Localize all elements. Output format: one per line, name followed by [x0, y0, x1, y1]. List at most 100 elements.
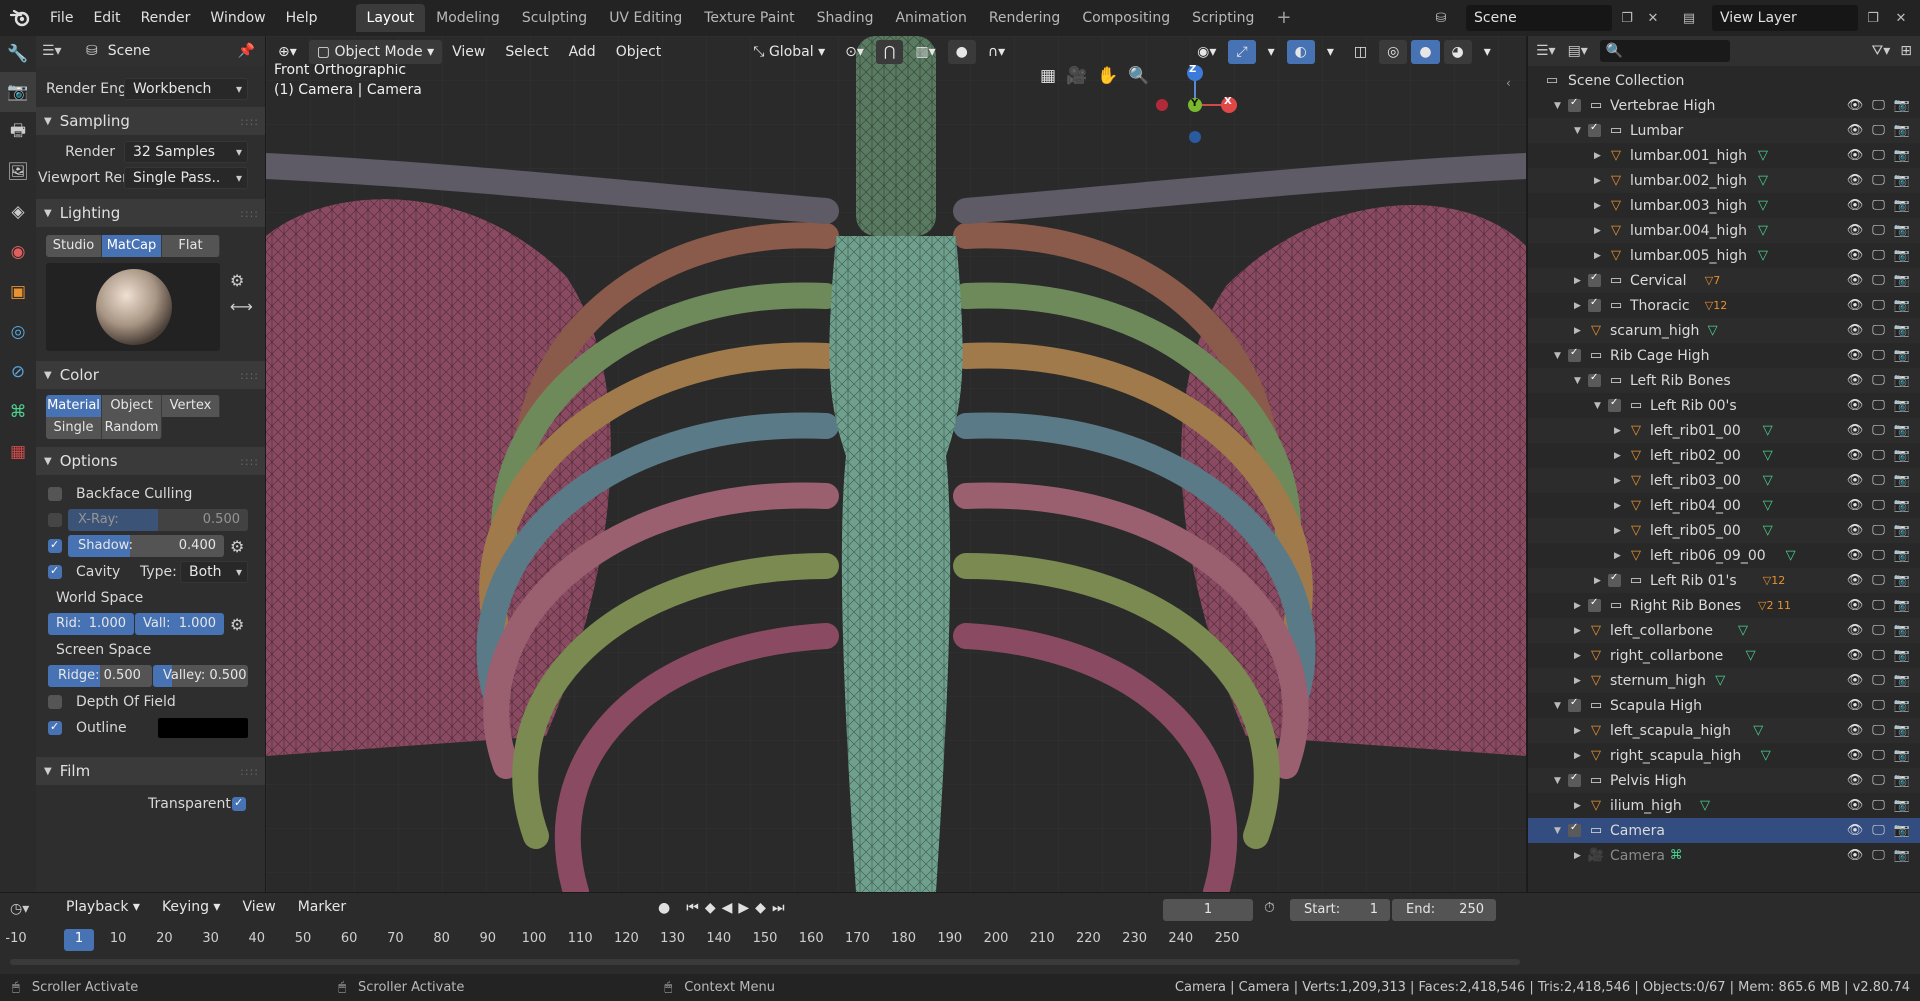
expand-toggle-icon[interactable]: ▼: [1574, 376, 1581, 386]
mesh-data-icon[interactable]: ▽: [1758, 173, 1768, 188]
expand-toggle-icon[interactable]: ▶: [1594, 176, 1601, 186]
render-camera-icon[interactable]: 📷: [1894, 198, 1910, 213]
expand-toggle-icon[interactable]: ▶: [1594, 251, 1601, 261]
viewport-disable-icon[interactable]: 🖵: [1872, 223, 1885, 238]
scene-new-icon[interactable]: ❐: [1614, 5, 1640, 31]
mesh-data-icon[interactable]: ▽: [1758, 148, 1768, 163]
render-camera-icon[interactable]: 📷: [1894, 598, 1910, 613]
render-camera-icon[interactable]: 📷: [1894, 223, 1910, 238]
outliner-row[interactable]: ▶ ▽ lumbar.003_high ▽ 👁 🖵 📷: [1528, 193, 1920, 218]
outliner-row[interactable]: ▶ ▽ left_collarbone ▽ 👁 🖵 📷: [1528, 618, 1920, 643]
exclude-checkbox[interactable]: [1608, 397, 1621, 412]
menu-file[interactable]: File: [40, 0, 83, 36]
3d-viewport[interactable]: Front Orthographic (1) Camera | Camera Z…: [266, 36, 1526, 892]
expand-toggle-icon[interactable]: ▶: [1614, 451, 1621, 461]
gizmo-toggle-icon[interactable]: ⤢: [1228, 40, 1256, 64]
section-sampling[interactable]: ▼ Sampling::::: [36, 107, 265, 135]
render-camera-icon[interactable]: 📷: [1894, 498, 1910, 513]
eye-icon[interactable]: 👁: [1847, 248, 1864, 263]
view-layer-delete-icon[interactable]: ✕: [1888, 5, 1914, 31]
valley-ss-slider[interactable]: Valley: 0.500: [153, 665, 248, 687]
blender-logo-icon[interactable]: [0, 0, 40, 36]
expand-toggle-icon[interactable]: ▶: [1594, 151, 1601, 161]
outliner-row[interactable]: ▶ ▭ Thoracic ▽12 👁 🖵 📷: [1528, 293, 1920, 318]
eye-icon[interactable]: 👁: [1847, 198, 1864, 213]
world-properties-icon[interactable]: ◉: [0, 232, 36, 272]
tab-shading[interactable]: Shading: [806, 4, 885, 32]
overlay-dropdown-icon[interactable]: ▾: [1319, 40, 1342, 64]
outliner-row[interactable]: ▶ ▽ lumbar.005_high ▽ 👁 🖵 📷: [1528, 243, 1920, 268]
exclude-checkbox[interactable]: [1568, 97, 1581, 112]
viewport-disable-icon[interactable]: 🖵: [1872, 673, 1885, 688]
outliner-row[interactable]: ▼ ▭ Left Rib 00's 👁 🖵 📷: [1528, 393, 1920, 418]
outliner-row[interactable]: ▶ ▽ left_rib02_00 ▽ 👁 🖵 📷: [1528, 443, 1920, 468]
exclude-checkbox[interactable]: [1588, 272, 1601, 287]
expand-toggle-icon[interactable]: ▼: [1554, 701, 1561, 711]
mesh-data-icon[interactable]: ▽: [1763, 498, 1773, 513]
scene-browse-icon[interactable]: ⛁: [1428, 5, 1454, 31]
section-lighting[interactable]: ▼ Lighting::::: [36, 199, 265, 227]
eye-icon[interactable]: 👁: [1847, 623, 1864, 638]
outline-checkbox[interactable]: [48, 720, 62, 735]
pan-hand-icon[interactable]: ✋: [1097, 66, 1118, 86]
mesh-data-icon[interactable]: ▽: [1753, 723, 1763, 738]
tab-layout[interactable]: Layout: [355, 4, 426, 32]
eye-icon[interactable]: 👁: [1847, 473, 1864, 488]
overlay-toggle-icon[interactable]: ◐: [1286, 40, 1315, 64]
xray-checkbox[interactable]: [48, 513, 62, 527]
eye-icon[interactable]: 👁: [1847, 773, 1864, 788]
eye-icon[interactable]: 👁: [1847, 798, 1864, 813]
render-camera-icon[interactable]: 📷: [1894, 648, 1910, 663]
view-layer-browse-icon[interactable]: ▤: [1676, 5, 1702, 31]
render-camera-icon[interactable]: 📷: [1894, 298, 1910, 313]
expand-toggle-icon[interactable]: ▶: [1594, 576, 1601, 586]
scene-properties-icon[interactable]: ◈: [0, 192, 36, 232]
exclude-checkbox[interactable]: [1588, 297, 1601, 312]
viewport-disable-icon[interactable]: 🖵: [1872, 298, 1885, 313]
outliner-row[interactable]: ▶ ▽ left_rib06_09_00 ▽ 👁 🖵 📷: [1528, 543, 1920, 568]
viewport-menu-select[interactable]: Select: [495, 44, 558, 60]
tab-uv-editing[interactable]: UV Editing: [598, 4, 693, 32]
render-camera-icon[interactable]: 📷: [1894, 423, 1910, 438]
outliner-row[interactable]: ▼ ▭ Scapula High 👁 🖵 📷: [1528, 693, 1920, 718]
tab-scripting[interactable]: Scripting: [1181, 4, 1265, 32]
outliner-row[interactable]: ▶ ▽ left_rib05_00 ▽ 👁 🖵 📷: [1528, 518, 1920, 543]
outliner-row[interactable]: ▶ ▽ left_scapula_high ▽ 👁 🖵 📷: [1528, 718, 1920, 743]
timeline-scrollbar[interactable]: [10, 959, 1520, 965]
editor-type-icon[interactable]: ☰▾: [42, 43, 72, 59]
tab-sculpting[interactable]: Sculpting: [511, 4, 598, 32]
outliner-row[interactable]: ▼ ▭ Lumbar 👁 🖵 📷: [1528, 118, 1920, 143]
outliner-row[interactable]: ▼ ▭ Vertebrae High 👁 🖵 📷: [1528, 93, 1920, 118]
render-camera-icon[interactable]: 📷: [1894, 673, 1910, 688]
object-properties-icon[interactable]: ▣: [0, 272, 36, 312]
expand-toggle-icon[interactable]: ▼: [1554, 826, 1561, 836]
tab-compositing[interactable]: Compositing: [1071, 4, 1181, 32]
add-workspace-button[interactable]: +: [1265, 4, 1302, 32]
expand-toggle-icon[interactable]: ▶: [1574, 326, 1581, 336]
mesh-data-icon[interactable]: ▽: [1700, 798, 1710, 813]
camera-data-icon[interactable]: ⌘: [1670, 848, 1683, 863]
expand-toggle-icon[interactable]: ▶: [1574, 676, 1581, 686]
expand-toggle-icon[interactable]: ▼: [1594, 401, 1601, 411]
filter-icon[interactable]: ⛛▾: [1871, 43, 1890, 59]
drag-grip-icon[interactable]: ::::: [240, 765, 259, 778]
viewport-disable-icon[interactable]: 🖵: [1872, 173, 1885, 188]
eye-icon[interactable]: 👁: [1847, 398, 1864, 413]
viewport-disable-icon[interactable]: 🖵: [1872, 823, 1885, 838]
outliner-row[interactable]: ▶ ▽ right_scapula_high ▽ 👁 🖵 📷: [1528, 743, 1920, 768]
color-vertex-button[interactable]: Vertex: [162, 395, 220, 417]
snap-icon[interactable]: ⋂: [875, 40, 904, 64]
outliner-row[interactable]: ▶ ▽ left_rib04_00 ▽ 👁 🖵 📷: [1528, 493, 1920, 518]
render-camera-icon[interactable]: 📷: [1894, 523, 1910, 538]
backface-checkbox[interactable]: [48, 487, 62, 501]
mesh-data-icon[interactable]: ▽: [1738, 623, 1748, 638]
exclude-checkbox[interactable]: [1608, 572, 1621, 587]
section-color[interactable]: ▼ Color::::: [36, 361, 265, 389]
expand-toggle-icon[interactable]: ▶: [1614, 551, 1621, 561]
eye-icon[interactable]: 👁: [1847, 648, 1864, 663]
outliner-row[interactable]: ▶ ▽ lumbar.001_high ▽ 👁 🖵 📷: [1528, 143, 1920, 168]
view-layer-new-icon[interactable]: ❐: [1860, 5, 1886, 31]
proportional-edit-icon[interactable]: ●: [947, 40, 976, 64]
viewport-disable-icon[interactable]: 🖵: [1872, 798, 1885, 813]
outliner-search-input[interactable]: 🔍: [1599, 40, 1730, 62]
